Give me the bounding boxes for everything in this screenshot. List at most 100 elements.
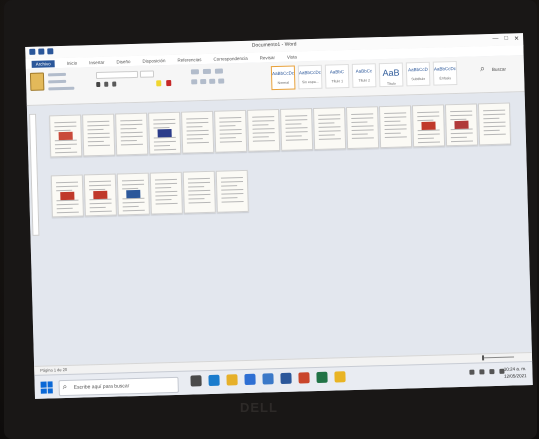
edge-icon[interactable] — [208, 374, 220, 387]
style-sample: AaBbCc — [355, 68, 373, 74]
justify-button[interactable] — [218, 78, 225, 84]
page-thumbnail[interactable] — [49, 114, 83, 158]
text-line — [155, 187, 172, 189]
volume-icon[interactable] — [489, 369, 495, 375]
document-area[interactable] — [26, 92, 532, 366]
text-line — [186, 121, 209, 124]
multilevel-list-button[interactable] — [214, 68, 223, 74]
style-emphasis[interactable]: AaBbCcDc Énfasis — [432, 60, 458, 86]
page-thumbnail[interactable] — [215, 169, 249, 213]
font-color-icon[interactable] — [166, 79, 172, 87]
clock[interactable]: 10:24 a. m. 12/05/2021 — [504, 365, 527, 380]
page-thumbnail[interactable] — [214, 109, 248, 153]
text-line — [187, 177, 210, 180]
style-no-spacing[interactable]: AaBbCcDc Sin espa... — [297, 64, 323, 90]
italic-button[interactable] — [104, 81, 109, 87]
style-title[interactable]: AaB Título — [378, 62, 404, 88]
bold-button[interactable] — [96, 81, 101, 88]
format-painter-button[interactable] — [48, 86, 75, 91]
chevron-up-icon[interactable] — [469, 369, 475, 375]
text-line — [153, 140, 176, 143]
taskbar-search-input[interactable]: ⌕ Escribe aquí para buscar — [58, 376, 179, 397]
page-thumbnail[interactable] — [116, 172, 150, 216]
powerpoint-icon[interactable] — [298, 372, 310, 384]
zoom-handle[interactable] — [481, 355, 485, 361]
maximize-button[interactable]: □ — [504, 36, 508, 43]
tab-references[interactable]: Referencias — [177, 57, 201, 63]
mail-icon[interactable] — [262, 373, 274, 385]
tab-layout[interactable]: Disposición — [142, 58, 165, 64]
tab-insert[interactable]: Insertar — [89, 59, 104, 64]
page-thumbnail[interactable] — [444, 103, 479, 147]
bullets-button[interactable] — [190, 69, 200, 75]
page-thumbnail[interactable] — [82, 113, 116, 157]
tab-review[interactable]: Revisar — [260, 55, 275, 60]
style-sample: AaB — [382, 67, 400, 79]
store-icon[interactable] — [244, 373, 256, 386]
align-left-button[interactable] — [191, 79, 198, 85]
page-thumbnail[interactable] — [312, 107, 347, 150]
excel-icon[interactable] — [316, 371, 328, 384]
chrome-icon[interactable] — [334, 371, 346, 383]
text-line — [188, 181, 211, 184]
text-line — [87, 128, 104, 131]
find-icon[interactable]: ⌕ — [480, 63, 485, 74]
page-thumbnail[interactable] — [182, 170, 216, 214]
tab-file[interactable]: Archivo — [31, 59, 55, 68]
zoom-slider[interactable] — [474, 354, 524, 361]
text-line — [450, 132, 473, 135]
copy-button[interactable] — [48, 79, 67, 84]
highlight-icon[interactable] — [156, 80, 162, 87]
tab-design[interactable]: Diseño — [116, 59, 130, 64]
style-heading-1[interactable]: AaBbC Título 1 — [324, 63, 350, 89]
text-line — [89, 206, 106, 209]
font-name-box[interactable] — [95, 70, 139, 80]
page-thumbnail[interactable] — [411, 104, 446, 148]
text-line — [483, 113, 506, 116]
close-button[interactable]: ✕ — [514, 35, 519, 42]
page-thumbnail[interactable] — [50, 174, 84, 218]
page-thumbnail[interactable] — [477, 102, 512, 146]
text-line — [120, 119, 143, 122]
text-line — [188, 186, 205, 188]
tab-view[interactable]: Vista — [287, 54, 297, 59]
find-label[interactable]: Buscar — [492, 67, 506, 72]
underline-button[interactable] — [112, 81, 117, 87]
text-line — [450, 110, 473, 113]
page-thumbnail[interactable] — [247, 108, 281, 152]
page-thumbnail[interactable] — [378, 105, 413, 149]
page-thumbnail[interactable] — [280, 108, 314, 151]
explorer-icon[interactable] — [226, 374, 238, 386]
text-line — [186, 129, 209, 132]
windows-start-icon[interactable] — [40, 381, 53, 394]
style-heading-2[interactable]: AaBbCc Título 2 — [351, 63, 377, 88]
text-line — [285, 119, 308, 121]
page-count[interactable]: Página 1 de 20 — [40, 367, 67, 373]
cut-button[interactable] — [47, 72, 67, 77]
paste-icon[interactable] — [29, 72, 45, 91]
page-thumbnail[interactable] — [345, 106, 380, 150]
task-view-icon[interactable] — [190, 375, 202, 387]
tab-home[interactable]: Inicio — [67, 60, 78, 65]
page-thumbnail[interactable] — [83, 173, 117, 217]
style-sample: AaBbCcD — [408, 66, 428, 73]
page-thumbnail[interactable] — [115, 112, 149, 156]
word-icon[interactable] — [280, 372, 292, 385]
align-right-button[interactable] — [209, 78, 216, 84]
page-thumbnail[interactable] — [181, 110, 215, 154]
page-thumbnail[interactable] — [148, 111, 182, 155]
style-normal[interactable]: AaBbCcDc Normal — [270, 65, 296, 91]
minimize-button[interactable]: — — [492, 36, 498, 43]
page-thumbnail[interactable] — [149, 171, 183, 215]
network-icon[interactable] — [479, 369, 485, 375]
align-center-button[interactable] — [200, 78, 207, 85]
system-tray — [469, 368, 505, 375]
numbering-button[interactable] — [202, 68, 212, 75]
text-line — [285, 127, 308, 129]
text-line — [450, 140, 473, 143]
font-size-box[interactable] — [139, 70, 155, 78]
style-subtitle[interactable]: AaBbCcD Subtítulo — [405, 61, 431, 87]
text-line — [318, 114, 341, 116]
page-image — [93, 190, 108, 200]
tab-mailings[interactable]: Correspondencia — [213, 55, 247, 61]
